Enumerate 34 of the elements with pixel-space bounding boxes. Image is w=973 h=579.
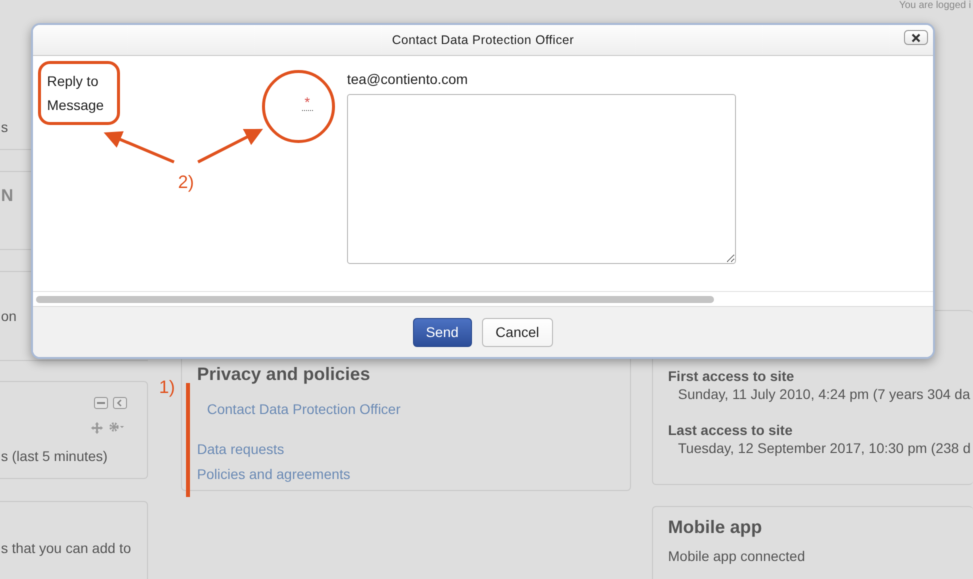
annotation-arrow bbox=[197, 128, 264, 164]
access-label: First access to site bbox=[668, 368, 796, 384]
access-value: Sunday, 11 July 2010, 4:24 pm (7 years 304 da bbox=[678, 386, 972, 402]
close-icon bbox=[911, 32, 921, 42]
mobile-app-title: Mobile app bbox=[668, 517, 763, 538]
annotation-arrow bbox=[104, 131, 175, 164]
online-users-text: s (last 5 minutes) bbox=[1, 448, 108, 464]
message-input[interactable] bbox=[347, 94, 736, 264]
send-button[interactable]: Send bbox=[412, 318, 472, 346]
privacy-link[interactable]: Policies and agreements bbox=[197, 462, 615, 487]
annotation-label: 1) bbox=[159, 377, 176, 398]
privacy-link[interactable]: Data requests bbox=[197, 437, 615, 462]
privacy-link[interactable]: Contact Data Protection Officer bbox=[207, 397, 615, 422]
dock-icon[interactable] bbox=[113, 397, 127, 409]
login-status-text: You are logged i bbox=[899, 0, 972, 13]
privacy-title: Privacy and policies bbox=[197, 364, 372, 385]
cancel-button[interactable]: Cancel bbox=[482, 318, 554, 346]
move-icon[interactable] bbox=[91, 422, 103, 434]
email-text: tea@contiento.com bbox=[347, 72, 469, 86]
blocks-text: s that you can add to bbox=[1, 540, 131, 556]
required-mark: * bbox=[302, 94, 313, 111]
menu-text-fragment: on bbox=[1, 308, 17, 324]
mobile-app-text: Mobile app connected bbox=[668, 548, 806, 564]
reply-to-label: Reply to Message bbox=[47, 72, 105, 115]
collapse-icon[interactable] bbox=[94, 397, 108, 409]
close-button[interactable] bbox=[904, 30, 928, 45]
heading-fragment: N bbox=[1, 186, 14, 206]
annotation-label: 2) bbox=[178, 172, 194, 193]
access-value: Tuesday, 12 September 2017, 10:30 pm (238 d bbox=[678, 440, 972, 456]
access-label: Last access to site bbox=[668, 422, 794, 438]
menu-text-fragment: s bbox=[1, 119, 8, 135]
dialog-title: Contact Data Protection Officer bbox=[392, 33, 574, 47]
settings-icon[interactable] bbox=[109, 422, 125, 432]
scrollbar-thumb[interactable] bbox=[36, 296, 714, 302]
